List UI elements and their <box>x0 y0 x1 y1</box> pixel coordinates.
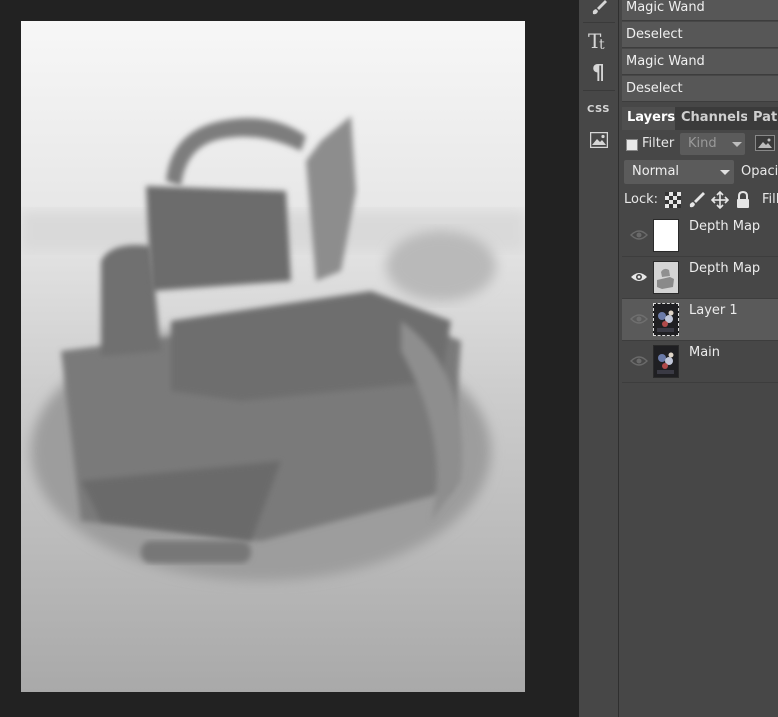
eye-icon[interactable] <box>630 228 648 242</box>
depth-map-image <box>21 21 525 692</box>
history-item[interactable]: Magic Wand <box>622 0 778 21</box>
css-icon[interactable]: CSS <box>579 94 618 124</box>
eye-icon[interactable] <box>630 270 648 284</box>
lock-brush-icon[interactable] <box>688 191 706 209</box>
chevron-down-icon <box>732 142 742 147</box>
text-icon[interactable]: Tt <box>579 25 618 55</box>
canvas-area[interactable] <box>0 0 579 717</box>
history-item[interactable]: Deselect <box>622 76 778 102</box>
history-item-label: Magic Wand <box>626 0 705 15</box>
brush-icon[interactable] <box>579 0 618 23</box>
paragraph-icon[interactable]: ¶ <box>579 56 618 86</box>
css-icon-label: CSS <box>587 103 610 115</box>
layer-row[interactable]: Main <box>622 341 778 383</box>
layer-thumbnail <box>653 219 679 252</box>
image-icon[interactable] <box>579 125 618 155</box>
layer-name: Layer 1 <box>689 303 738 318</box>
layer-thumbnail <box>653 345 679 378</box>
tool-strip: Tt ¶ CSS <box>579 0 619 717</box>
chevron-down-icon <box>720 170 730 175</box>
tab-label: Channels <box>681 110 747 125</box>
lock-move-icon[interactable] <box>711 191 729 209</box>
toolbar-divider <box>583 90 615 91</box>
svg-text:t: t <box>599 37 605 52</box>
kind-select-value: Kind <box>688 136 717 151</box>
svg-text:¶: ¶ <box>592 60 605 82</box>
layer-thumbnail <box>653 261 679 294</box>
history-item-label: Magic Wand <box>626 54 705 69</box>
tab-channels[interactable]: Channels <box>676 107 747 130</box>
filter-label: Filter <box>642 136 675 151</box>
layer-row[interactable]: Layer 1 <box>622 299 778 341</box>
eye-icon[interactable] <box>630 354 648 368</box>
toolbar-divider <box>583 22 615 23</box>
filter-checkbox[interactable] <box>626 139 638 151</box>
lock-transparency-icon[interactable] <box>664 191 682 209</box>
layer-thumbnail <box>653 303 679 336</box>
filter-row: Filter Kind <box>622 132 778 157</box>
tab-label: Layers <box>627 110 675 125</box>
depth-map-canvas[interactable] <box>21 21 525 692</box>
history-item[interactable]: Magic Wand <box>622 49 778 75</box>
history-item-label: Deselect <box>626 81 683 96</box>
lock-all-icon[interactable] <box>734 191 752 209</box>
history-item[interactable]: Deselect <box>622 22 778 48</box>
blend-mode-select[interactable]: Normal <box>624 160 734 184</box>
blend-mode-value: Normal <box>632 164 680 179</box>
layer-row[interactable]: Depth Map <box>622 215 778 257</box>
tab-label: Path <box>753 110 778 125</box>
layer-name: Main <box>689 345 721 360</box>
layer-name: Depth Map <box>689 261 761 276</box>
eye-icon[interactable] <box>630 312 648 326</box>
history-item-label: Deselect <box>626 27 683 42</box>
tab-layers[interactable]: Layers <box>622 107 675 130</box>
layer-row[interactable]: Depth Map <box>622 257 778 299</box>
lock-row: Lock: Fill <box>622 188 778 214</box>
blend-row: Normal Opacit <box>622 159 778 185</box>
image-filter-icon[interactable] <box>755 135 775 151</box>
opacity-label: Opacit <box>741 164 778 179</box>
kind-select[interactable]: Kind <box>680 133 745 155</box>
lock-label: Lock: <box>624 192 659 207</box>
fill-label: Fill <box>762 192 778 207</box>
side-panel: Magic Wand Deselect Magic Wand Deselect … <box>619 0 778 717</box>
tab-paths[interactable]: Path <box>748 107 778 130</box>
layers-panel-tabs: Layers Channels Path <box>622 107 778 130</box>
layer-name: Depth Map <box>689 219 761 234</box>
